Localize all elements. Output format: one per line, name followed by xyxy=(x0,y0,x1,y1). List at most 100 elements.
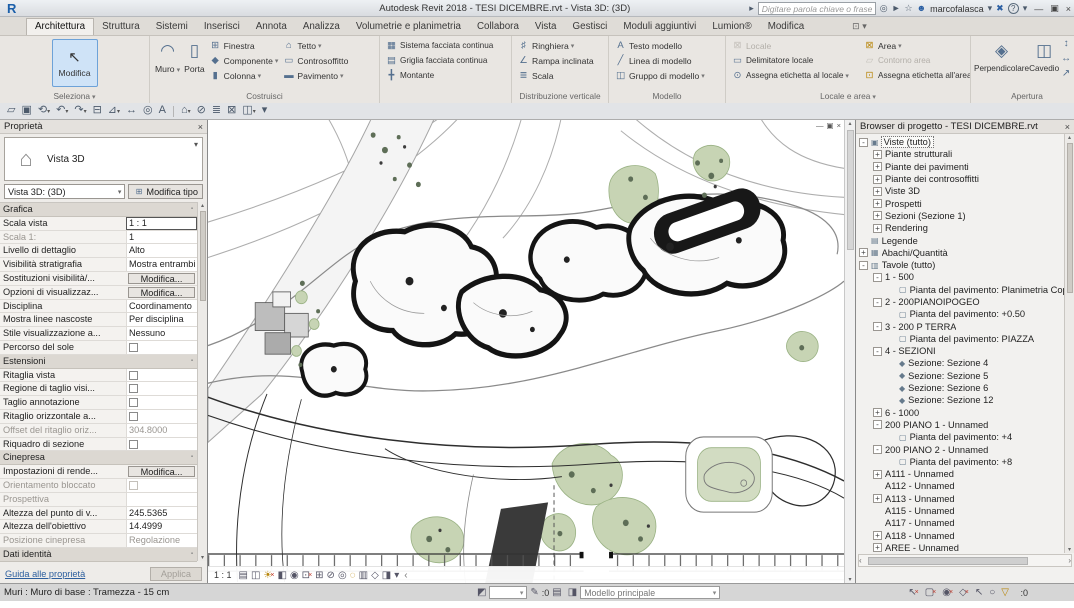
tree-item[interactable]: ◆ Sezione: Sezione 5 xyxy=(856,370,1074,382)
tree-item[interactable]: Sezioni (Sezione 1) xyxy=(856,210,1074,222)
property-value[interactable]: 14.4999 xyxy=(126,520,197,533)
etichetta-area-button[interactable]: ⊡Assegna etichetta all'area xyxy=(863,68,970,83)
tree-item[interactable]: 6 - 1000 xyxy=(856,407,1074,419)
property-row[interactable]: Percorso del sole xyxy=(0,341,197,355)
tree-item-label[interactable]: Sezione: Sezione 5 xyxy=(908,371,988,381)
tree-item-label[interactable]: Tavole (tutto) xyxy=(882,260,936,270)
tree-item[interactable]: ◆ Sezione: Sezione 12 xyxy=(856,394,1074,406)
tree-item[interactable]: ▣ Viste (tutto) xyxy=(856,136,1074,148)
tree-expander-icon[interactable] xyxy=(859,248,868,257)
temporary-hide-isolate-icon[interactable]: ◎ xyxy=(338,568,347,583)
property-row[interactable]: Taglio annotazione xyxy=(0,396,197,410)
modello-panel-label[interactable]: Modello xyxy=(609,90,725,103)
type-selector[interactable]: ⌂ Vista 3D ▾ xyxy=(4,137,203,181)
ribbon-tab[interactable]: Gestisci xyxy=(565,19,616,35)
griglia-facciata-button[interactable]: ▤Griglia facciata continua xyxy=(385,53,493,68)
tree-expander-icon[interactable] xyxy=(873,273,882,282)
property-row[interactable]: Disciplina Coordinamento xyxy=(0,300,197,314)
worksets-dialog-icon[interactable]: ▤ xyxy=(552,585,561,600)
apertura-panel-label[interactable]: Apertura xyxy=(971,90,1074,103)
scroll-left-icon[interactable]: ‹ xyxy=(859,556,862,565)
locale-area-panel-label[interactable]: Locale e area xyxy=(726,90,970,103)
tree-expander-icon[interactable] xyxy=(873,150,882,159)
scroll-thumb[interactable] xyxy=(868,557,1028,565)
tree-item-label[interactable]: 200 PIANO 2 - Unnamed xyxy=(885,445,988,455)
tree-item-label[interactable]: A115 - Unnamed xyxy=(885,506,955,516)
property-row[interactable]: Posizione cinepresa Regolazione xyxy=(0,534,197,548)
tree-item[interactable]: ▥ Tavole (tutto) xyxy=(856,259,1074,271)
property-value[interactable]: Coordinamento xyxy=(126,300,197,313)
colonna-button[interactable]: ▮Colonna xyxy=(209,68,279,83)
tree-item[interactable]: A111 - Unnamed xyxy=(856,468,1074,480)
tree-expander-icon[interactable] xyxy=(859,138,868,147)
tree-item[interactable]: A118 - Unnamed xyxy=(856,530,1074,542)
property-row[interactable]: Estensioni xyxy=(0,355,197,369)
ribbon-tab[interactable]: Moduli aggiuntivi xyxy=(615,19,704,35)
scroll-down-icon[interactable]: ▾ xyxy=(1068,546,1071,553)
scroll-thumb[interactable] xyxy=(200,211,206,301)
tree-item[interactable]: ◆ Sezione: Sezione 6 xyxy=(856,382,1074,394)
ribbon-tab[interactable]: Struttura xyxy=(94,19,148,35)
crop-view-icon[interactable]: ⊡ xyxy=(302,568,312,583)
tree-item[interactable]: ▢ Pianta del pavimento: +8 xyxy=(856,456,1074,468)
scroll-up-icon[interactable]: ▴ xyxy=(1068,134,1071,141)
tree-item-label[interactable]: A112 - Unnamed xyxy=(885,481,955,491)
property-value[interactable]: Mostra entrambi xyxy=(126,258,197,271)
property-value[interactable] xyxy=(126,341,197,354)
tree-expander-icon[interactable] xyxy=(873,322,882,331)
property-value[interactable]: 1 : 1 xyxy=(126,217,197,230)
shadows-icon[interactable]: ◧ xyxy=(277,568,286,583)
project-browser-close-icon[interactable]: × xyxy=(1065,122,1070,132)
property-value[interactable] xyxy=(126,410,197,423)
tree-item[interactable]: ◆ Sezione: Sezione 4 xyxy=(856,357,1074,369)
properties-help-link[interactable]: Guida alle proprietà xyxy=(5,569,85,579)
ringhiera-button[interactable]: ♯Ringhiera xyxy=(517,38,594,53)
tree-item-label[interactable]: Sezione: Sezione 12 xyxy=(908,395,993,405)
view-scale-button[interactable]: 1 : 1 xyxy=(214,570,232,580)
modifica-tipo-button[interactable]: ⊞ Modifica tipo xyxy=(128,184,203,199)
tree-item[interactable]: A112 - Unnamed xyxy=(856,480,1074,492)
view-options-icon[interactable]: ▾ xyxy=(394,568,399,583)
sistema-facciata-button[interactable]: ▦Sistema facciata continua xyxy=(385,38,493,53)
tree-item[interactable]: Piante dei controsoffitti xyxy=(856,173,1074,185)
apply-button[interactable]: Applica xyxy=(150,567,202,581)
site-plan-3d-view[interactable] xyxy=(208,120,844,583)
tree-expander-icon[interactable] xyxy=(873,494,882,503)
tree-item[interactable]: A115 - Unnamed xyxy=(856,505,1074,517)
tree-item-label[interactable]: Piante dei controsoffitti xyxy=(885,174,979,184)
perpendicolare-button[interactable]: ◈ Perpendicolare xyxy=(974,38,1029,73)
scala-button[interactable]: ≣Scala xyxy=(517,68,594,83)
tree-item[interactable]: Piante strutturali xyxy=(856,148,1074,160)
ribbon-tab[interactable]: Architettura xyxy=(26,18,94,35)
tree-item-label[interactable]: Sezione: Sezione 4 xyxy=(908,358,988,368)
property-row[interactable]: Ritaglia vista xyxy=(0,369,197,383)
close-hidden-windows-icon[interactable]: ⊠ xyxy=(227,103,236,120)
tree-item-label[interactable]: A113 - Unnamed xyxy=(885,494,955,504)
property-value[interactable]: Nessuno xyxy=(126,327,197,340)
design-options-select[interactable]: Modello principale ▾ xyxy=(580,586,720,599)
property-value[interactable]: Alto xyxy=(126,244,197,257)
tree-item[interactable]: ▤ Legende xyxy=(856,234,1074,246)
tree-expander-icon[interactable] xyxy=(873,175,882,184)
tree-expander-icon[interactable] xyxy=(873,408,882,417)
sun-path-icon[interactable]: ☀ xyxy=(263,568,274,583)
scroll-thumb[interactable] xyxy=(847,130,854,250)
property-row[interactable]: Grafica xyxy=(0,203,197,217)
porta-button[interactable]: ▯ Porta xyxy=(184,38,205,74)
property-row[interactable]: Altezza dell'obiettivo 14.4999 xyxy=(0,520,197,534)
redo-icon[interactable]: ↷▾ xyxy=(74,103,86,120)
ribbon-display-toggle[interactable]: ⊡ ▾ xyxy=(852,21,867,35)
minimize-button[interactable]: — xyxy=(1034,4,1043,14)
tree-item-label[interactable]: Viste (tutto) xyxy=(882,137,933,147)
scroll-thumb[interactable] xyxy=(1067,143,1073,293)
select-links-toggle[interactable]: ↖ xyxy=(908,585,918,600)
tree-item-label[interactable]: Legende xyxy=(882,236,918,246)
detail-level-icon[interactable]: ▤ xyxy=(239,568,248,583)
apertura-inclinata-button[interactable]: ↗ xyxy=(1061,68,1071,83)
property-row[interactable]: Riquadro di sezione xyxy=(0,438,197,452)
instance-selector[interactable]: Vista 3D: (3D) ▾ xyxy=(4,184,125,199)
etichetta-locale-button[interactable]: ⊙Assegna etichetta al locale xyxy=(731,68,859,83)
tree-expander-icon[interactable] xyxy=(873,162,882,171)
background-processes-icon[interactable]: ○ xyxy=(989,585,995,600)
property-row[interactable]: Dati identità xyxy=(0,548,197,562)
